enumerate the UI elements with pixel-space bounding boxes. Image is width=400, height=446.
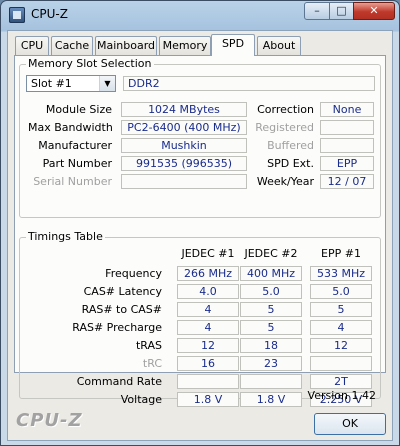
timing-value-trc-jedec-1: 16 (177, 356, 239, 371)
title-bar[interactable]: CPU-Z – □ ✕ (1, 1, 399, 29)
timing-label-ras-to-cas: RAS# to CAS# (81, 303, 162, 316)
column-header-jedec-1: JEDEC #1 (181, 247, 235, 260)
registered-label: Registered (255, 121, 314, 134)
part-number-value: 991535 (996535) (121, 156, 247, 171)
maximize-button[interactable]: □ (329, 2, 354, 20)
timing-label-tras: tRAS (135, 339, 162, 352)
timing-label-cas-latency: CAS# Latency (83, 285, 162, 298)
spd-ext-label: SPD Ext. (267, 157, 314, 170)
timing-value-voltage-jedec-2: 1.8 V (240, 392, 302, 407)
slot-select[interactable]: Slot #1 ▼ (26, 75, 116, 92)
spd-panel: Memory Slot Selection Slot #1 ▼ DDR2 Mod… (14, 55, 386, 407)
timing-value-ras-precharge-epp-1: 4 (310, 320, 372, 335)
serial-number-label: Serial Number (33, 175, 112, 188)
timing-value-trc-jedec-2: 23 (240, 356, 302, 371)
correction-value: None (320, 102, 374, 117)
slot-select-value: Slot #1 (31, 77, 72, 90)
timing-value-command-rate-jedec-1 (177, 374, 239, 389)
timing-value-ras-to-cas-epp-1: 5 (310, 302, 372, 317)
timing-value-frequency-jedec-1: 266 MHz (177, 266, 239, 281)
timing-value-tras-epp-1: 12 (310, 338, 372, 353)
timing-value-ras-precharge-jedec-1: 4 (177, 320, 239, 335)
max-bandwidth-value: PC2-6400 (400 MHz) (121, 120, 247, 135)
timing-label-trc: tRC (142, 357, 162, 370)
ok-button[interactable]: OK (314, 413, 386, 435)
serial-number-value (121, 174, 247, 189)
timing-value-command-rate-epp-1: 2T (310, 374, 372, 389)
timing-value-ras-to-cas-jedec-1: 4 (177, 302, 239, 317)
timing-value-trc-epp-1 (310, 356, 372, 371)
tab-about[interactable]: About (257, 36, 301, 55)
tab-memory[interactable]: Memory (159, 36, 211, 55)
timings-group: Timings Table JEDEC #1 JEDEC #2 EPP #1 Freq… (19, 230, 381, 407)
column-header-jedec-2: JEDEC #2 (244, 247, 298, 260)
timing-label-voltage: Voltage (120, 393, 162, 406)
timing-value-ras-to-cas-jedec-2: 5 (240, 302, 302, 317)
cpuz-app-icon (9, 7, 25, 23)
tab-spd[interactable]: SPD (211, 34, 255, 56)
tab-cpu[interactable]: CPU (15, 36, 49, 55)
timing-value-frequency-jedec-2: 400 MHz (240, 266, 302, 281)
version-label: Version 1.42 (307, 389, 376, 402)
timing-value-cas-latency-jedec-1: 4.0 (177, 284, 239, 299)
timing-value-command-rate-jedec-2 (240, 374, 302, 389)
tab-mainboard[interactable]: Mainboard (95, 36, 157, 55)
registered-value (320, 120, 374, 135)
buffered-label: Buffered (267, 139, 314, 152)
week-year-label: Week/Year (256, 175, 314, 188)
timing-value-tras-jedec-1: 12 (177, 338, 239, 353)
timing-value-frequency-epp-1: 533 MHz (310, 266, 372, 281)
correction-label: Correction (257, 103, 314, 116)
max-bandwidth-label: Max Bandwidth (28, 121, 113, 134)
timing-value-voltage-jedec-1: 1.8 V (177, 392, 239, 407)
manufacturer-label: Manufacturer (38, 139, 112, 152)
module-size-label: Module Size (45, 103, 112, 116)
timing-value-cas-latency-epp-1: 5.0 (310, 284, 372, 299)
week-year-value: 12 / 07 (320, 174, 374, 189)
tab-cache[interactable]: Cache (51, 36, 93, 55)
timing-label-frequency: Frequency (105, 267, 162, 280)
timings-group-title: Timings Table (26, 230, 105, 243)
timing-label-command-rate: Command Rate (76, 375, 162, 388)
cpuz-window: CPU-Z – □ ✕ CPU Cache Mainboard Memory S… (0, 0, 400, 446)
memory-slot-group-title: Memory Slot Selection (26, 57, 154, 70)
timing-value-tras-jedec-2: 18 (240, 338, 302, 353)
part-number-label: Part Number (42, 157, 112, 170)
timing-label-ras-precharge: RAS# Precharge (72, 321, 162, 334)
manufacturer-value: Mushkin (121, 138, 247, 153)
timing-value-ras-precharge-jedec-2: 5 (240, 320, 302, 335)
module-size-value: 1024 MBytes (121, 102, 247, 117)
memory-type-value: DDR2 (123, 76, 375, 91)
column-header-epp-1: EPP #1 (321, 247, 361, 260)
minimize-button[interactable]: – (304, 2, 330, 20)
chevron-down-icon[interactable]: ▼ (99, 76, 115, 91)
client-area: CPU Cache Mainboard Memory SPD About Mem… (7, 30, 393, 441)
window-title: CPU-Z (31, 7, 68, 21)
spd-ext-value: EPP (320, 156, 374, 171)
cpuz-logo: CPU-Z (16, 410, 83, 431)
timing-value-cas-latency-jedec-2: 5.0 (240, 284, 302, 299)
memory-slot-group: Memory Slot Selection Slot #1 ▼ DDR2 Mod… (19, 57, 381, 218)
buffered-value (320, 138, 374, 153)
close-button[interactable]: ✕ (353, 2, 395, 20)
